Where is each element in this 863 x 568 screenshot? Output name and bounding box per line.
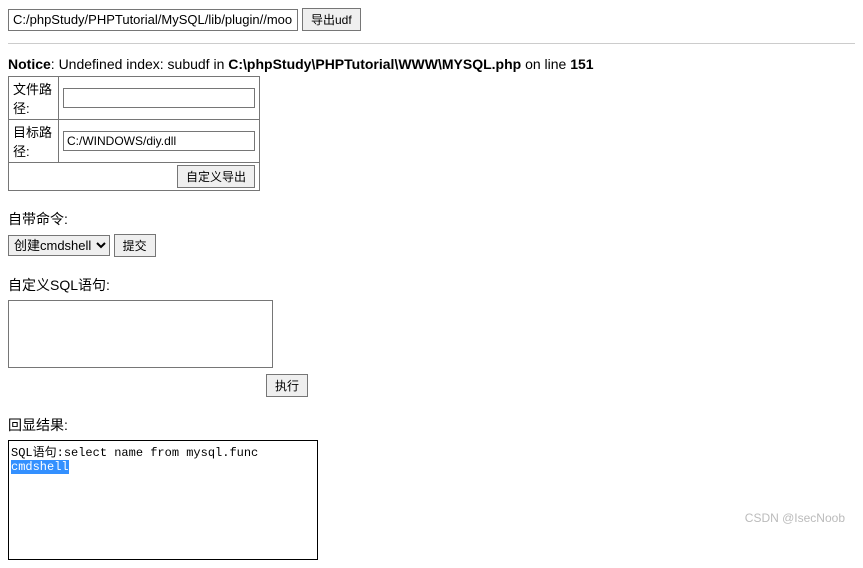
execute-button[interactable]: 执行: [266, 374, 308, 397]
exec-row: 执行: [8, 374, 308, 397]
result-section: 回显结果: SQL语句:select name from mysql.func …: [8, 415, 855, 560]
table-row: 自定义导出: [9, 163, 260, 191]
result-highlighted-row: cmdshell: [11, 460, 69, 474]
notice-text-1: : Undefined index: subudf in: [51, 56, 228, 72]
file-path-label: 文件路径:: [9, 77, 59, 120]
separator: [8, 43, 855, 44]
target-path-input[interactable]: [63, 131, 255, 151]
custom-export-button[interactable]: 自定义导出: [177, 165, 255, 188]
target-path-label: 目标路径:: [9, 120, 59, 163]
file-path-input[interactable]: [63, 88, 255, 108]
result-label: 回显结果:: [8, 415, 855, 435]
export-form-table: 文件路径: 目标路径: 自定义导出: [8, 76, 260, 191]
cmd-select[interactable]: 创建cmdshell: [8, 235, 110, 256]
result-sql-query: select name from mysql.func: [64, 446, 258, 460]
export-udf-button[interactable]: 导出udf: [302, 8, 361, 31]
notice-prefix: Notice: [8, 56, 51, 72]
watermark: CSDN @IsecNoob: [745, 511, 845, 525]
target-path-cell: [59, 120, 260, 163]
custom-export-cell: 自定义导出: [9, 163, 260, 191]
notice-path: C:\phpStudy\PHPTutorial\WWW\MYSQL.php: [228, 56, 521, 72]
result-sql-prefix: SQL语句:: [11, 446, 64, 460]
notice-line-number: 151: [570, 56, 593, 72]
file-path-cell: [59, 77, 260, 120]
notice-text-2: on line: [521, 56, 570, 72]
builtin-cmd-section: 自带命令: 创建cmdshell 提交: [8, 209, 855, 257]
builtin-cmd-label: 自带命令:: [8, 209, 855, 229]
custom-sql-section: 自定义SQL语句: 执行: [8, 275, 855, 397]
result-box: SQL语句:select name from mysql.func cmdshe…: [8, 440, 318, 560]
plugin-path-input[interactable]: [8, 9, 298, 31]
sql-textarea[interactable]: [8, 300, 273, 368]
table-row: 目标路径:: [9, 120, 260, 163]
submit-button[interactable]: 提交: [114, 234, 156, 257]
custom-sql-label: 自定义SQL语句:: [8, 275, 110, 295]
top-export-row: 导出udf: [8, 8, 855, 31]
table-row: 文件路径:: [9, 77, 260, 120]
php-notice: Notice: Undefined index: subudf in C:\ph…: [8, 56, 855, 72]
